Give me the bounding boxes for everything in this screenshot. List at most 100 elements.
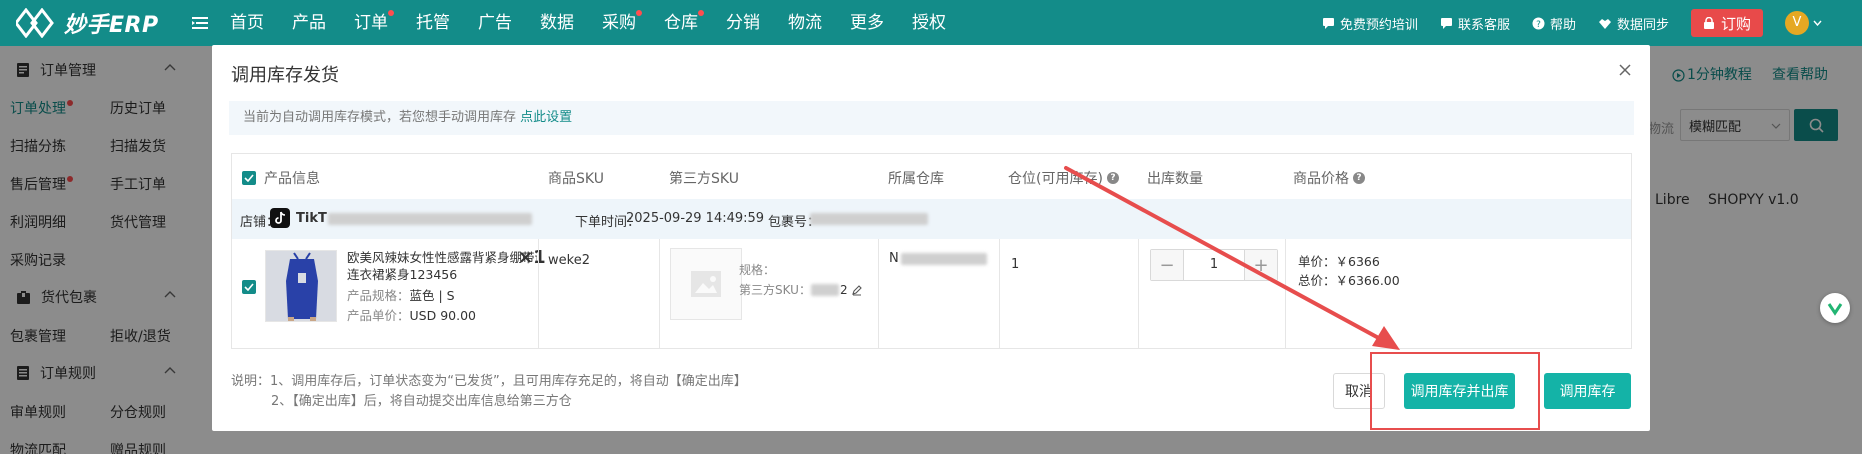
quantity-stepper: − 1 +	[1150, 249, 1278, 281]
header-sku: 商品SKU	[548, 168, 604, 188]
button-label: 调用库存	[1559, 384, 1616, 400]
instruction-line: 2、【确定出库】后，将自动提交出库信息给第三方仓	[271, 394, 572, 409]
header-product: 产品信息	[242, 168, 320, 188]
nav-purchase[interactable]: 采购	[602, 0, 642, 46]
close-icon[interactable]	[1616, 61, 1634, 79]
message-icon	[1440, 17, 1452, 29]
top-navbar: 妙手ERP 首页 产品 订单 托管 广告 数据 采购 仓库 分销 物流 更多 授…	[0, 0, 1862, 46]
product-sku: weke2	[548, 253, 590, 268]
order-time: 2025-09-29 14:49:59	[626, 211, 765, 226]
nav-label: 采购	[602, 13, 636, 33]
header-label: 仓位(可用库存)	[1008, 171, 1103, 187]
nav-authorize[interactable]: 授权	[912, 0, 946, 46]
store-name: TikT	[296, 211, 327, 226]
tiktok-icon	[270, 208, 290, 228]
product-title[interactable]: 欧美风辣妹女性性感露背紧身绷带连体 连衣裙紧身123456	[347, 249, 547, 283]
nav-orders[interactable]: 订单	[354, 0, 394, 46]
column-divider	[999, 239, 1000, 348]
nav-label: 授权	[912, 13, 946, 33]
brand-name: 妙手ERP	[64, 13, 159, 38]
button-label: 取消	[1345, 384, 1373, 400]
quantity-input[interactable]: 1	[1183, 250, 1245, 280]
column-divider	[538, 239, 539, 348]
edit-icon[interactable]	[851, 284, 863, 296]
nav-hosting[interactable]: 托管	[416, 0, 450, 46]
nav-home[interactable]: 首页	[230, 0, 264, 46]
avatar: V	[1785, 11, 1809, 35]
select-all-checkbox[interactable]	[242, 171, 256, 185]
warehouse-prefix: N	[889, 251, 899, 266]
nav-logistics[interactable]: 物流	[788, 0, 822, 46]
product-title-line: 连衣裙紧身123456	[347, 267, 458, 282]
nav-label: 订单	[354, 13, 388, 33]
instructions: 说明：1、调用库存后，订单状态变为“已发货”，且可用库存充足的，将自动【确定出库…	[231, 372, 747, 412]
support-link[interactable]: 联系客服	[1440, 14, 1510, 33]
help-icon: ?	[1532, 17, 1545, 30]
nav-products[interactable]: 产品	[292, 0, 326, 46]
nav-more[interactable]: 更多	[850, 0, 884, 46]
header-price: 商品价格?	[1293, 168, 1365, 188]
table-header: 产品信息 商品SKU 第三方SKU 所属仓库 仓位(可用库存)? 出库数量 商品…	[232, 154, 1631, 199]
assistant-float-button[interactable]	[1820, 293, 1850, 323]
menu-toggle-icon[interactable]	[190, 13, 210, 33]
nav-data[interactable]: 数据	[540, 0, 574, 46]
increase-button[interactable]: +	[1245, 250, 1277, 280]
nav-label: 更多	[850, 13, 884, 33]
third-sku: 第三方SKU： 2	[739, 281, 863, 298]
third-party-image-placeholder	[670, 248, 742, 320]
notification-dot	[388, 10, 394, 16]
product-title-line: 欧美风辣妹女性性感露背紧身绷带连体	[347, 250, 537, 265]
data-sync-link[interactable]: 数据同步	[1598, 14, 1669, 33]
nav-warehouse[interactable]: 仓库	[664, 0, 704, 46]
third-sku-suffix: 2	[839, 282, 848, 297]
nav-ads[interactable]: 广告	[478, 0, 512, 46]
decrease-button[interactable]: −	[1151, 250, 1183, 280]
nav-label: 物流	[788, 13, 822, 33]
third-spec: 规格：	[739, 261, 775, 278]
user-menu[interactable]: V	[1785, 11, 1822, 35]
info-icon[interactable]: ?	[1106, 172, 1119, 184]
annotation-highlight-box	[1370, 352, 1540, 430]
order-button[interactable]: 订购	[1690, 9, 1763, 37]
brand-logo[interactable]: 妙手ERP	[16, 6, 159, 40]
product-image[interactable]	[265, 250, 337, 322]
header-label: 商品SKU	[548, 171, 604, 187]
row-checkbox[interactable]	[242, 280, 256, 294]
spec-value: 蓝色 | S	[409, 288, 455, 303]
notification-dot	[636, 10, 642, 16]
header-label: 所属仓库	[888, 171, 944, 187]
info-icon[interactable]: ?	[1353, 172, 1365, 184]
header-label: 商品价格	[1293, 171, 1349, 187]
product-spec: 产品规格：蓝色 | S	[347, 285, 455, 304]
header-label: 第三方SKU	[669, 171, 739, 187]
stock-table: 产品信息 商品SKU 第三方SKU 所属仓库 仓位(可用库存)? 出库数量 商品…	[231, 153, 1632, 349]
total-label: 总价：	[1298, 273, 1336, 288]
modal-title: 调用库存发货	[231, 65, 339, 86]
total-price: 总价：￥6366.00	[1298, 270, 1400, 289]
nav-distribution[interactable]: 分销	[726, 0, 760, 46]
nav-label: 仓库	[664, 13, 698, 33]
notification-dot	[698, 10, 704, 16]
nav-label: 首页	[230, 13, 264, 33]
warehouse-name: N	[889, 251, 987, 266]
column-divider	[1138, 239, 1139, 348]
sync-icon	[1598, 18, 1611, 29]
column-divider	[659, 239, 660, 348]
settings-link[interactable]: 点此设置	[520, 110, 572, 125]
sync-label: 数据同步	[1616, 17, 1669, 33]
spec-label: 产品规格：	[347, 288, 410, 303]
support-label: 联系客服	[1457, 17, 1510, 33]
header-third-sku: 第三方SKU	[669, 168, 739, 188]
unit-price-value: USD 90.00	[409, 308, 476, 323]
call-stock-button[interactable]: 调用库存	[1544, 373, 1631, 409]
product-unit-price: 产品单价：USD 90.00	[347, 305, 476, 324]
checkmark-icon	[244, 283, 254, 291]
training-link[interactable]: 免费预约培训	[1322, 14, 1418, 33]
shop-info-row: 店铺： TikT 下单时间： 2025-09-29 14:49:59 包裹号：	[232, 199, 1631, 239]
main-nav: 首页 产品 订单 托管 广告 数据 采购 仓库 分销 物流 更多 授权	[230, 0, 974, 46]
help-link[interactable]: ? 帮助	[1532, 14, 1576, 33]
location-stock: 1	[1011, 257, 1020, 272]
header-label: 出库数量	[1147, 171, 1203, 187]
unit-price: 单价：￥6366	[1298, 251, 1380, 270]
redacted-package	[810, 213, 928, 225]
